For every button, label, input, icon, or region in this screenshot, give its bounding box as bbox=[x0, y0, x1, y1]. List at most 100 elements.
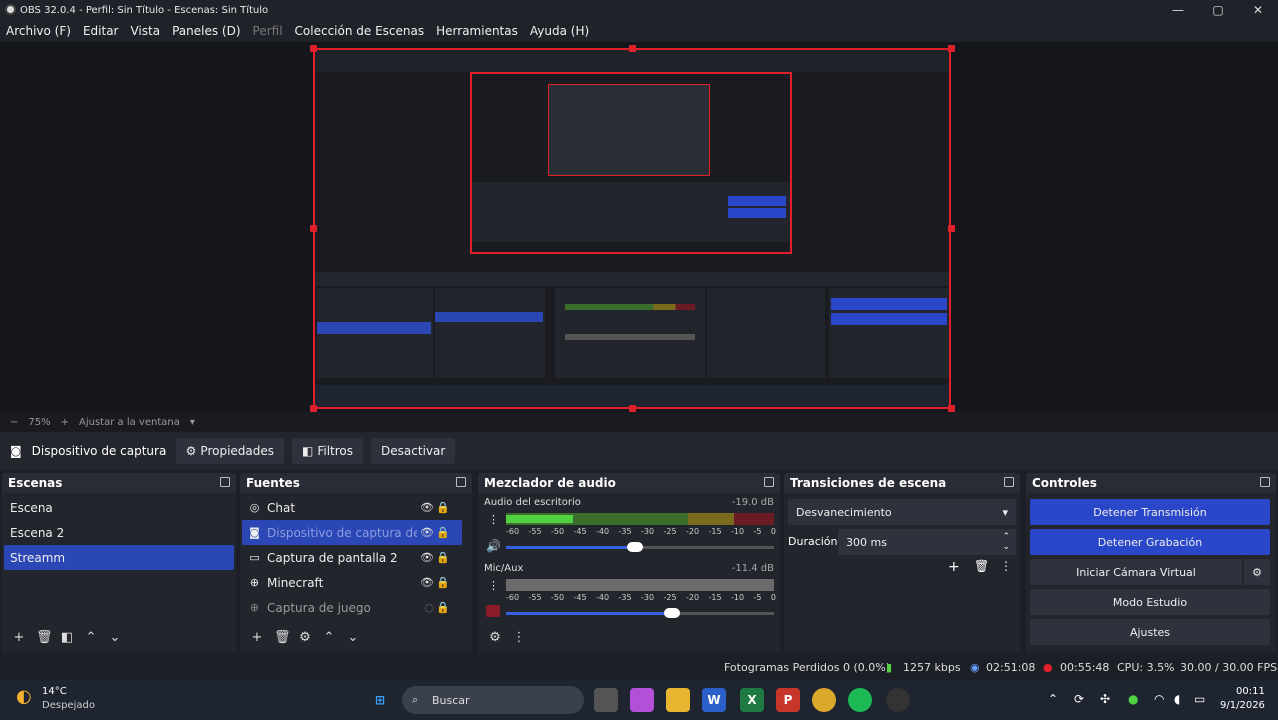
zoom-fit-dropdown[interactable]: Ajustar a la ventana bbox=[79, 417, 180, 428]
lock-icon[interactable]: 🔒 bbox=[436, 501, 450, 514]
preview-canvas[interactable] bbox=[313, 48, 951, 409]
wifi-icon[interactable]: ◠ bbox=[1154, 692, 1164, 706]
menu-perfil[interactable]: Perfil bbox=[253, 24, 283, 38]
filter-icon[interactable]: ◧ bbox=[60, 630, 74, 645]
speaker-icon[interactable]: 🔊 bbox=[486, 539, 501, 553]
kebab-menu-icon[interactable]: ⋮ bbox=[488, 513, 499, 526]
source-item[interactable]: ▭ Captura de pantalla 2 👁 🔒 bbox=[242, 545, 462, 570]
resize-handle[interactable] bbox=[948, 45, 955, 52]
windows-start-icon[interactable]: ⊞ bbox=[368, 688, 392, 712]
up-arrow-icon[interactable]: ⌃ bbox=[322, 630, 336, 645]
slider-knob[interactable] bbox=[664, 608, 681, 618]
menu-archivo[interactable]: Archivo (F) bbox=[6, 24, 71, 38]
eye-icon[interactable]: 👁 bbox=[420, 501, 434, 514]
stepper-icon[interactable]: ⌃ ⌄ bbox=[1002, 532, 1010, 552]
resize-handle[interactable] bbox=[948, 405, 955, 412]
task-view-icon[interactable] bbox=[594, 688, 618, 712]
filters-button[interactable]: ◧ Filtros bbox=[292, 438, 364, 464]
trash-icon[interactable]: 🗑 bbox=[36, 630, 53, 645]
virtual-camera-button[interactable]: Iniciar Cámara Virtual bbox=[1030, 559, 1242, 585]
chrome-icon[interactable] bbox=[812, 688, 836, 712]
scene-item[interactable]: Escena bbox=[4, 495, 234, 520]
eye-icon[interactable]: 👁 bbox=[420, 551, 434, 564]
properties-button[interactable]: ⚙ Propiedades bbox=[175, 438, 285, 464]
trash-icon[interactable]: 🗑 bbox=[974, 559, 989, 573]
chevron-down-icon[interactable]: ▾ bbox=[190, 417, 195, 428]
menu-paneles[interactable]: Paneles (D) bbox=[172, 24, 240, 38]
volume-slider[interactable] bbox=[506, 608, 774, 618]
add-icon[interactable]: + bbox=[250, 630, 264, 645]
down-arrow-icon[interactable]: ⌄ bbox=[108, 630, 122, 645]
popout-icon[interactable] bbox=[1260, 477, 1270, 487]
lock-icon[interactable]: 🔒 bbox=[436, 576, 450, 589]
resize-handle[interactable] bbox=[629, 405, 636, 412]
settings-button[interactable]: Ajustes bbox=[1030, 619, 1270, 645]
spotify-icon[interactable] bbox=[848, 688, 872, 712]
taskbar-search[interactable]: ⌕ Buscar bbox=[402, 686, 584, 714]
popout-icon[interactable] bbox=[1004, 477, 1014, 487]
popout-icon[interactable] bbox=[220, 477, 230, 487]
menu-herramientas[interactable]: Herramientas bbox=[436, 24, 518, 38]
source-item-selected[interactable]: ◙ Dispositivo de captura de vid👁🔒 bbox=[242, 520, 462, 545]
copilot-icon[interactable] bbox=[630, 688, 654, 712]
volume-icon[interactable]: ◖ bbox=[1174, 692, 1180, 706]
scene-item-selected[interactable]: Streamm bbox=[4, 545, 234, 570]
add-icon[interactable]: + bbox=[948, 559, 960, 575]
source-item[interactable]: ⊕ Captura de juego ◌ 🔒 bbox=[242, 595, 462, 620]
tray-icon[interactable]: ✣ bbox=[1100, 692, 1110, 706]
duration-input[interactable]: 300 ms ⌃ ⌄ bbox=[838, 529, 1016, 555]
tray-icon[interactable]: ⟳ bbox=[1074, 692, 1084, 706]
weather-icon[interactable]: ◐ bbox=[16, 686, 32, 707]
resize-handle[interactable] bbox=[629, 45, 636, 52]
popout-icon[interactable] bbox=[456, 477, 466, 487]
menu-vista[interactable]: Vista bbox=[130, 24, 160, 38]
maximize-button[interactable]: ▢ bbox=[1198, 0, 1238, 20]
resize-handle[interactable] bbox=[948, 225, 955, 232]
word-icon[interactable]: W bbox=[702, 688, 726, 712]
chevron-up-icon[interactable]: ⌃ bbox=[1048, 692, 1058, 706]
source-item[interactable]: ⊕ Minecraft 👁 🔒 bbox=[242, 570, 462, 595]
lock-icon[interactable]: 🔒 bbox=[436, 551, 450, 564]
eye-hidden-icon[interactable]: ◌ bbox=[424, 601, 434, 614]
resize-handle[interactable] bbox=[310, 405, 317, 412]
resize-handle[interactable] bbox=[310, 225, 317, 232]
obs-taskbar-icon[interactable] bbox=[886, 688, 910, 712]
gear-icon[interactable]: ⚙ bbox=[1244, 559, 1270, 585]
kebab-menu-icon[interactable]: ⋮ bbox=[488, 579, 499, 592]
trash-icon[interactable]: 🗑 bbox=[274, 630, 291, 645]
zoom-out-button[interactable]: − bbox=[10, 417, 18, 428]
kebab-menu-icon[interactable]: ⋮ bbox=[1000, 559, 1012, 573]
menu-coleccion-escenas[interactable]: Colección de Escenas bbox=[295, 24, 425, 38]
down-arrow-icon[interactable]: ⌄ bbox=[346, 630, 360, 645]
add-icon[interactable]: + bbox=[12, 630, 26, 645]
transition-select[interactable]: Desvanecimiento ▾ bbox=[788, 499, 1016, 525]
mixer-settings-icon[interactable]: ⚙ bbox=[488, 630, 502, 645]
stop-stream-button[interactable]: Detener Transmisión bbox=[1030, 499, 1270, 525]
studio-mode-button[interactable]: Modo Estudio bbox=[1030, 589, 1270, 615]
powerpoint-icon[interactable]: P bbox=[776, 688, 800, 712]
eye-icon[interactable]: 👁 bbox=[420, 576, 434, 589]
up-arrow-icon[interactable]: ⌃ bbox=[84, 630, 98, 645]
zoom-in-button[interactable]: + bbox=[61, 417, 69, 428]
scene-item[interactable]: Escena 2 bbox=[4, 520, 234, 545]
source-item[interactable]: ◎ Chat 👁 🔒 bbox=[242, 495, 462, 520]
slider-knob[interactable] bbox=[626, 542, 643, 552]
menu-ayuda[interactable]: Ayuda (H) bbox=[530, 24, 589, 38]
close-button[interactable]: ✕ bbox=[1238, 0, 1278, 20]
lock-icon[interactable]: 🔒 bbox=[436, 526, 450, 539]
excel-icon[interactable]: X bbox=[740, 688, 764, 712]
stop-record-button[interactable]: Detener Grabación bbox=[1030, 529, 1270, 555]
volume-slider[interactable] bbox=[506, 542, 774, 552]
lock-icon[interactable]: 🔒 bbox=[436, 601, 450, 614]
mic-icon[interactable]: ● bbox=[1128, 692, 1138, 706]
resize-handle[interactable] bbox=[310, 45, 317, 52]
file-explorer-icon[interactable] bbox=[666, 688, 690, 712]
battery-icon[interactable]: ▭ bbox=[1194, 692, 1205, 706]
deactivate-button[interactable]: Desactivar bbox=[371, 438, 456, 464]
gear-icon[interactable]: ⚙ bbox=[298, 630, 312, 645]
kebab-menu-icon[interactable]: ⋮ bbox=[512, 630, 526, 645]
eye-icon[interactable]: 👁 bbox=[420, 526, 434, 539]
minimize-button[interactable]: — bbox=[1158, 0, 1198, 20]
menu-editar[interactable]: Editar bbox=[83, 24, 119, 38]
muted-mic-icon[interactable] bbox=[486, 605, 500, 617]
